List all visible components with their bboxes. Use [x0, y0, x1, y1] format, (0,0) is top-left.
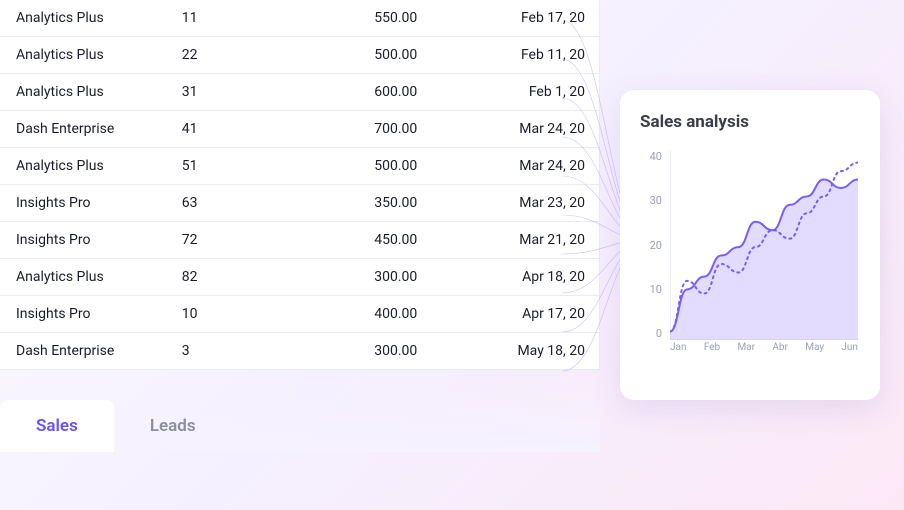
- chart-area: 40 30 20 10 0 Jan Feb Mar Abr May Jun: [640, 150, 860, 360]
- tab-sales[interactable]: Sales: [0, 400, 114, 452]
- product-cell: Analytics Plus: [0, 259, 170, 296]
- table-row[interactable]: Insights Pro63350.00Mar 23, 20: [0, 185, 599, 222]
- table-row[interactable]: Analytics Plus82300.00Apr 18, 20: [0, 259, 599, 296]
- x-tick: May: [805, 342, 824, 353]
- date-cell: May 18, 20: [429, 333, 599, 370]
- qty-cell: 22: [170, 37, 270, 74]
- amount-cell: 600.00: [270, 74, 430, 111]
- product-cell: Insights Pro: [0, 296, 170, 333]
- table-row[interactable]: Insights Pro72450.00Mar 21, 20: [0, 222, 599, 259]
- amount-cell: 350.00: [270, 185, 430, 222]
- table-row[interactable]: Analytics Plus11550.00Feb 17, 20: [0, 0, 599, 37]
- amount-cell: 500.00: [270, 37, 430, 74]
- qty-cell: 10: [170, 296, 270, 333]
- date-cell: Apr 17, 20: [429, 296, 599, 333]
- qty-cell: 41: [170, 111, 270, 148]
- y-tick: 10: [640, 283, 668, 296]
- qty-cell: 3: [170, 333, 270, 370]
- product-cell: Dash Enterprise: [0, 333, 170, 370]
- x-tick: Jan: [670, 342, 686, 353]
- amount-cell: 300.00: [270, 333, 430, 370]
- table-row[interactable]: Analytics Plus31600.00Feb 1, 20: [0, 74, 599, 111]
- tabs-bar: Sales Leads: [0, 390, 600, 452]
- product-cell: Dash Enterprise: [0, 111, 170, 148]
- table-row[interactable]: Analytics Plus51500.00Mar 24, 20: [0, 148, 599, 185]
- table-row[interactable]: Dash Enterprise3300.00May 18, 20: [0, 333, 599, 370]
- x-tick: Feb: [704, 342, 720, 353]
- product-cell: Analytics Plus: [0, 37, 170, 74]
- amount-cell: 500.00: [270, 148, 430, 185]
- date-cell: Mar 24, 20: [429, 111, 599, 148]
- qty-cell: 51: [170, 148, 270, 185]
- chart-title: Sales analysis: [640, 112, 860, 132]
- chart-plot: [670, 150, 858, 340]
- y-tick: 40: [640, 150, 668, 163]
- y-tick: 30: [640, 194, 668, 207]
- qty-cell: 31: [170, 74, 270, 111]
- product-cell: Insights Pro: [0, 222, 170, 259]
- tab-leads[interactable]: Leads: [114, 400, 232, 452]
- date-cell: Feb 11, 20: [429, 37, 599, 74]
- chart-area-fill: [670, 180, 858, 340]
- qty-cell: 11: [170, 0, 270, 37]
- amount-cell: 550.00: [270, 0, 430, 37]
- amount-cell: 400.00: [270, 296, 430, 333]
- x-tick: Abr: [772, 342, 788, 353]
- qty-cell: 63: [170, 185, 270, 222]
- x-tick: Jun: [841, 342, 858, 353]
- sales-table: Analytics Plus11550.00Feb 17, 20Analytic…: [0, 0, 600, 370]
- y-tick: 0: [640, 327, 668, 340]
- date-cell: Feb 17, 20: [429, 0, 599, 37]
- amount-cell: 450.00: [270, 222, 430, 259]
- date-cell: Mar 24, 20: [429, 148, 599, 185]
- table-row[interactable]: Analytics Plus22500.00Feb 11, 20: [0, 37, 599, 74]
- x-tick: Mar: [737, 342, 755, 353]
- sales-analysis-card: Sales analysis 40 30 20 10 0 Jan Feb Mar Abr May…: [620, 90, 880, 400]
- y-tick: 20: [640, 239, 668, 252]
- date-cell: Feb 1, 20: [429, 74, 599, 111]
- table-row[interactable]: Insights Pro10400.00Apr 17, 20: [0, 296, 599, 333]
- amount-cell: 700.00: [270, 111, 430, 148]
- date-cell: Mar 21, 20: [429, 222, 599, 259]
- x-axis: Jan Feb Mar Abr May Jun: [670, 342, 858, 353]
- product-cell: Analytics Plus: [0, 74, 170, 111]
- table-row[interactable]: Dash Enterprise41700.00Mar 24, 20: [0, 111, 599, 148]
- y-axis: 40 30 20 10 0: [640, 150, 668, 340]
- product-cell: Analytics Plus: [0, 0, 170, 37]
- product-cell: Analytics Plus: [0, 148, 170, 185]
- product-cell: Insights Pro: [0, 185, 170, 222]
- date-cell: Mar 23, 20: [429, 185, 599, 222]
- qty-cell: 72: [170, 222, 270, 259]
- date-cell: Apr 18, 20: [429, 259, 599, 296]
- qty-cell: 82: [170, 259, 270, 296]
- amount-cell: 300.00: [270, 259, 430, 296]
